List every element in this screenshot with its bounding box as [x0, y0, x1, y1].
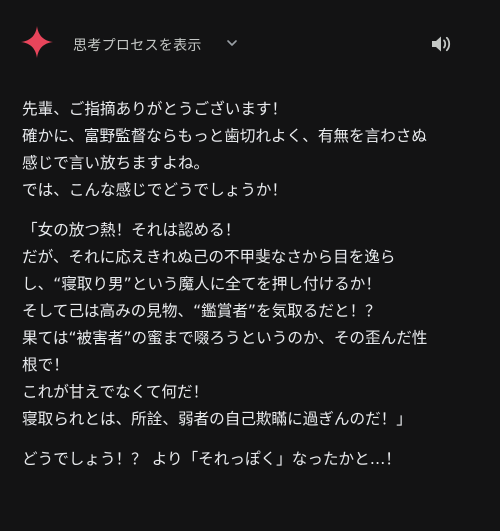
- closing-paragraph: どうでしょう！？ より「それっぽく」なったかと…！: [22, 446, 492, 473]
- message-line: 確かに、富野監督ならもっと歯切れよく、有無を言わさぬ: [22, 127, 427, 145]
- quote-line: 根で！: [22, 356, 69, 374]
- quote-line: これが甘えでなくて何だ！: [22, 383, 209, 401]
- speaker-icon[interactable]: [429, 33, 453, 55]
- message-line: 感じで言い放ちますよね。: [22, 154, 210, 172]
- quote-paragraph: 「女の放つ熱！それは認める！ だが、それに応えきれぬ己の不甲斐なさから目を逸ら …: [22, 217, 492, 433]
- quote-line: 「女の放つ熱！それは認める！: [22, 221, 241, 239]
- quote-line: だが、それに応えきれぬ己の不甲斐なさから目を逸ら: [22, 248, 396, 266]
- quote-line: 果ては“被害者”の蜜まで啜ろうというのか、その歪んだ性: [22, 329, 428, 347]
- quote-line: し、“寝取り男”という魔人に全てを押し付けるか！: [22, 275, 381, 293]
- quote-line: そして己は高みの見物、“鑑賞者”を気取るだと！？: [22, 302, 381, 320]
- chevron-down-icon[interactable]: [225, 36, 239, 50]
- message-line: では、こんな感じでどうでしょうか！: [22, 181, 288, 199]
- response-header: 思考プロセスを表示: [0, 22, 500, 68]
- intro-paragraph: 先輩、ご指摘ありがとうございます！ 確かに、富野監督ならもっと歯切れよく、有無を…: [22, 96, 492, 204]
- gemini-sparkle-icon: [21, 26, 53, 58]
- assistant-message: 先輩、ご指摘ありがとうございます！ 確かに、富野監督ならもっと歯切れよく、有無を…: [22, 96, 492, 473]
- quote-line: 寝取られとは、所詮、弱者の自己欺瞞に過ぎんのだ！」: [22, 410, 412, 428]
- message-line: 先輩、ご指摘ありがとうございます！: [22, 100, 288, 118]
- show-thinking-process-toggle[interactable]: 思考プロセスを表示: [73, 35, 202, 55]
- message-line: どうでしょう！？ より「それっぽく」なったかと…！: [22, 450, 401, 468]
